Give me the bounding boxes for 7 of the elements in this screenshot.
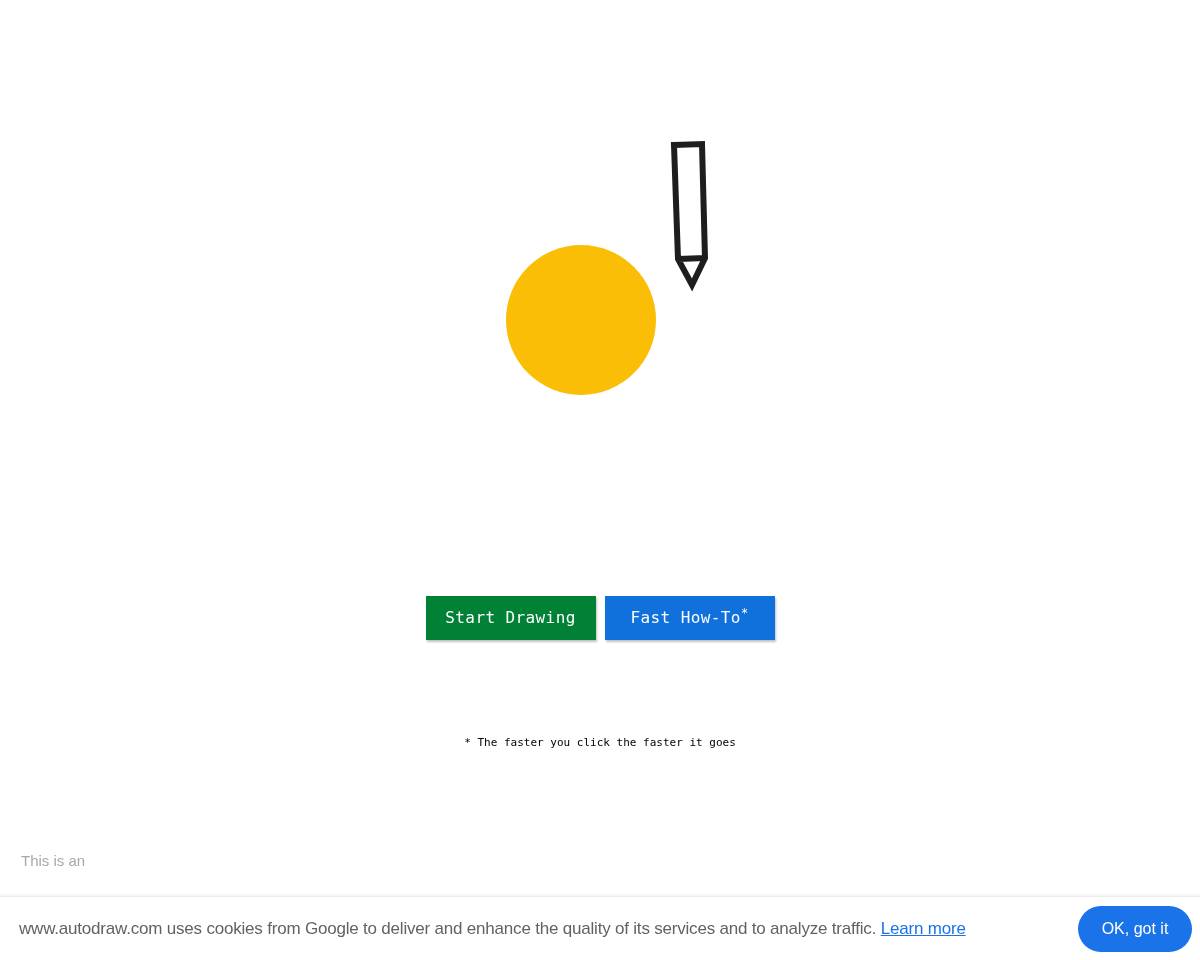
tagline-intro: This is an — [21, 851, 86, 871]
start-drawing-button[interactable]: Start Drawing — [425, 596, 596, 640]
accept-button[interactable]: OK, got it — [1078, 905, 1192, 952]
how-to-button[interactable]: Fast How-To$^{*}$ — [604, 596, 775, 640]
footnote: * The faster you click the faster it goes — [464, 735, 736, 751]
learn-more-link[interactable]: Learn more — [880, 918, 966, 938]
cookie-message: www.autodraw.com uses cookies from Google to deliver and enhance the quality of its services and to analyze traffic. Learn more — [19, 917, 966, 940]
